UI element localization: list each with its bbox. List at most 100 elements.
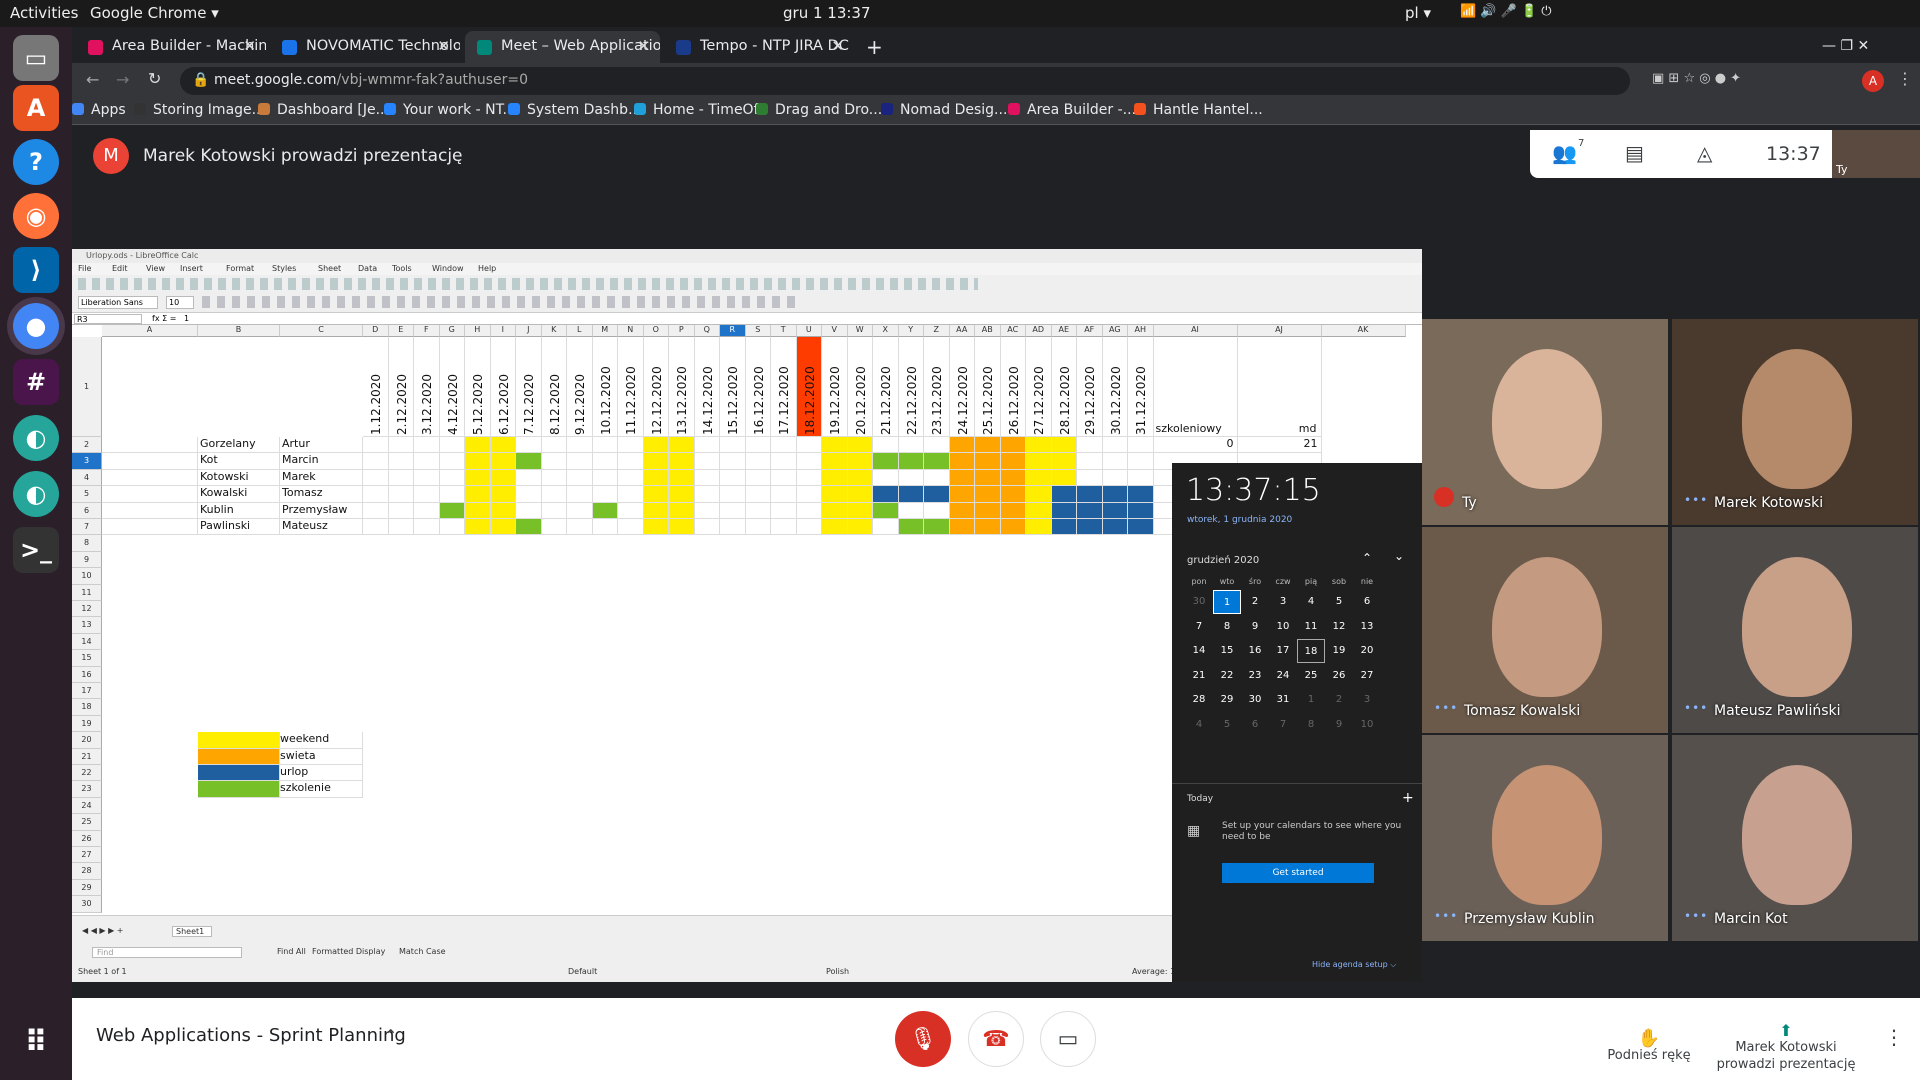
day-cell[interactable] [516,486,542,503]
people-icon[interactable]: 👥 [1552,141,1577,165]
day-cell[interactable] [516,469,542,487]
close-icon[interactable]: ✕ [437,37,450,55]
day-cell[interactable] [363,453,389,470]
cell-first-name[interactable]: Przemysław [280,502,363,519]
cell[interactable] [102,519,198,536]
vscode-icon[interactable]: ⟩ [13,247,59,293]
row-header[interactable]: 3 [72,453,102,470]
column-header[interactable]: I [490,325,516,337]
day-cell[interactable] [847,469,873,487]
day-cell[interactable] [873,453,899,470]
day-cell[interactable] [541,519,567,536]
column-header[interactable]: AE [1051,325,1077,337]
row-header[interactable]: 26 [72,830,102,847]
system-tray-icons[interactable]: 📶 🔊 🎤 🔋 ⏻ [1460,4,1552,19]
calendar-day[interactable]: 28 [1185,688,1213,712]
day-cell[interactable] [618,437,644,454]
activities-button[interactable]: Activities [10,4,78,22]
day-cell[interactable] [669,486,695,503]
row-header[interactable]: 7 [72,519,102,536]
day-cell[interactable] [567,502,593,519]
cell[interactable] [102,453,198,470]
day-cell[interactable] [975,502,1001,519]
day-cell[interactable] [439,502,465,519]
column-header[interactable]: G [439,325,465,337]
row-header[interactable]: 24 [72,797,102,815]
cell-last-name[interactable]: Pawlinski [198,519,280,536]
day-cell[interactable] [490,453,516,470]
day-cell[interactable] [949,453,975,470]
day-cell[interactable] [1128,502,1154,519]
calc-menu-item[interactable]: Styles [272,264,296,273]
day-cell[interactable] [720,437,746,454]
day-cell[interactable] [618,486,644,503]
day-cell[interactable] [1026,502,1052,519]
calendar-day[interactable]: 6 [1353,590,1381,614]
slack-icon[interactable]: # [13,359,59,405]
files-icon[interactable]: ▭ [13,35,59,81]
day-cell[interactable] [745,469,771,487]
cell[interactable]: szkoleniowy [1153,337,1238,437]
day-cell[interactable] [822,453,848,470]
column-header[interactable]: U [796,325,822,337]
calc-menu-item[interactable]: Sheet [318,264,341,273]
row-header[interactable]: 11 [72,584,102,601]
calc-menu-item[interactable]: Format [226,264,254,273]
column-header[interactable]: AA [949,325,975,337]
day-cell[interactable] [439,469,465,487]
day-cell[interactable] [516,453,542,470]
day-cell[interactable] [592,486,618,503]
day-cell[interactable] [439,486,465,503]
camera-button[interactable]: ▭ [1040,1011,1096,1067]
day-cell[interactable] [1026,453,1052,470]
cell-first-name[interactable]: Marek [280,469,363,487]
function-icons[interactable]: fx Σ = [152,314,176,323]
row-header[interactable]: 17 [72,683,102,700]
calendar-day[interactable]: 7 [1185,615,1213,639]
day-cell[interactable] [669,453,695,470]
cell-first-name[interactable]: Artur [280,437,363,454]
day-cell[interactable] [694,486,720,503]
column-header[interactable]: AK [1321,325,1406,337]
day-cell[interactable] [1077,453,1103,470]
calendar-day[interactable]: 3 [1269,590,1297,614]
day-cell[interactable] [949,469,975,487]
bookmark-apps[interactable]: Apps [72,102,126,118]
day-cell[interactable] [847,519,873,536]
firefox-icon[interactable]: ◉ [13,193,59,239]
day-cell[interactable] [771,502,797,519]
day-cell[interactable] [1128,469,1154,487]
day-cell[interactable] [1102,486,1128,503]
calendar-day[interactable]: 12 [1325,615,1353,639]
day-cell[interactable] [541,453,567,470]
row-header[interactable]: 8 [72,535,102,552]
day-cell[interactable] [873,469,899,487]
cell-last-name[interactable]: Kublin [198,502,280,519]
day-cell[interactable] [694,437,720,454]
column-header[interactable]: E [388,325,414,337]
day-cell[interactable] [618,519,644,536]
calendar-month[interactable]: grudzień 2020 [1187,555,1259,566]
reload-icon[interactable]: ↻ [148,69,161,88]
cell[interactable] [102,469,198,487]
day-cell[interactable] [643,502,669,519]
day-cell[interactable] [388,437,414,454]
calendar-day[interactable]: 10 [1269,615,1297,639]
column-header[interactable]: W [847,325,873,337]
bookmark[interactable]: Dashboard [Je... [258,102,389,118]
cell[interactable] [102,486,198,503]
column-header[interactable]: L [567,325,593,337]
day-cell[interactable] [1051,437,1077,454]
day-cell[interactable] [388,486,414,503]
legend-label[interactable]: weekend [280,732,363,749]
day-cell[interactable] [567,453,593,470]
day-cell[interactable] [822,502,848,519]
day-cell[interactable] [898,519,924,536]
day-cell[interactable] [796,519,822,536]
column-header[interactable]: J [516,325,542,337]
new-tab-button[interactable]: + [852,28,892,60]
bookmark[interactable]: Nomad Desig... [881,102,1007,118]
day-cell[interactable] [541,486,567,503]
calendar-day[interactable]: 9 [1325,713,1353,737]
calendar-day[interactable]: 1 [1213,590,1241,614]
